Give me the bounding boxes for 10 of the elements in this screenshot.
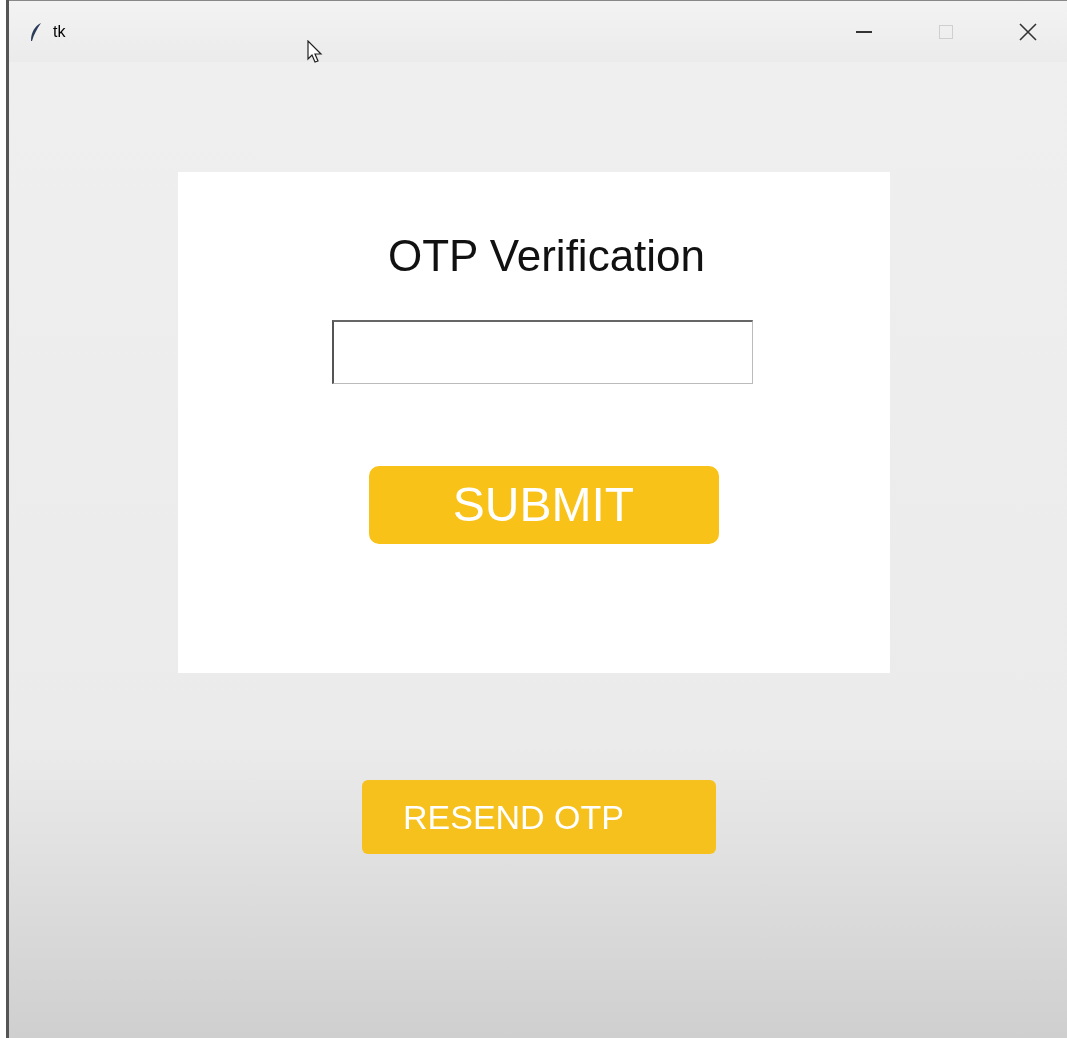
maximize-icon: [939, 24, 953, 39]
minimize-icon: [856, 30, 872, 33]
otp-input-field[interactable]: [332, 320, 753, 384]
mouse-cursor-icon: [307, 40, 323, 64]
submit-button[interactable]: SUBMIT: [368, 466, 719, 544]
close-icon: [1019, 22, 1037, 41]
window-title: tk: [53, 21, 66, 42]
card-heading: OTP Verification: [387, 230, 706, 282]
resend-otp-button[interactable]: RESEND OTP: [361, 780, 716, 854]
feather-icon: [29, 21, 43, 42]
